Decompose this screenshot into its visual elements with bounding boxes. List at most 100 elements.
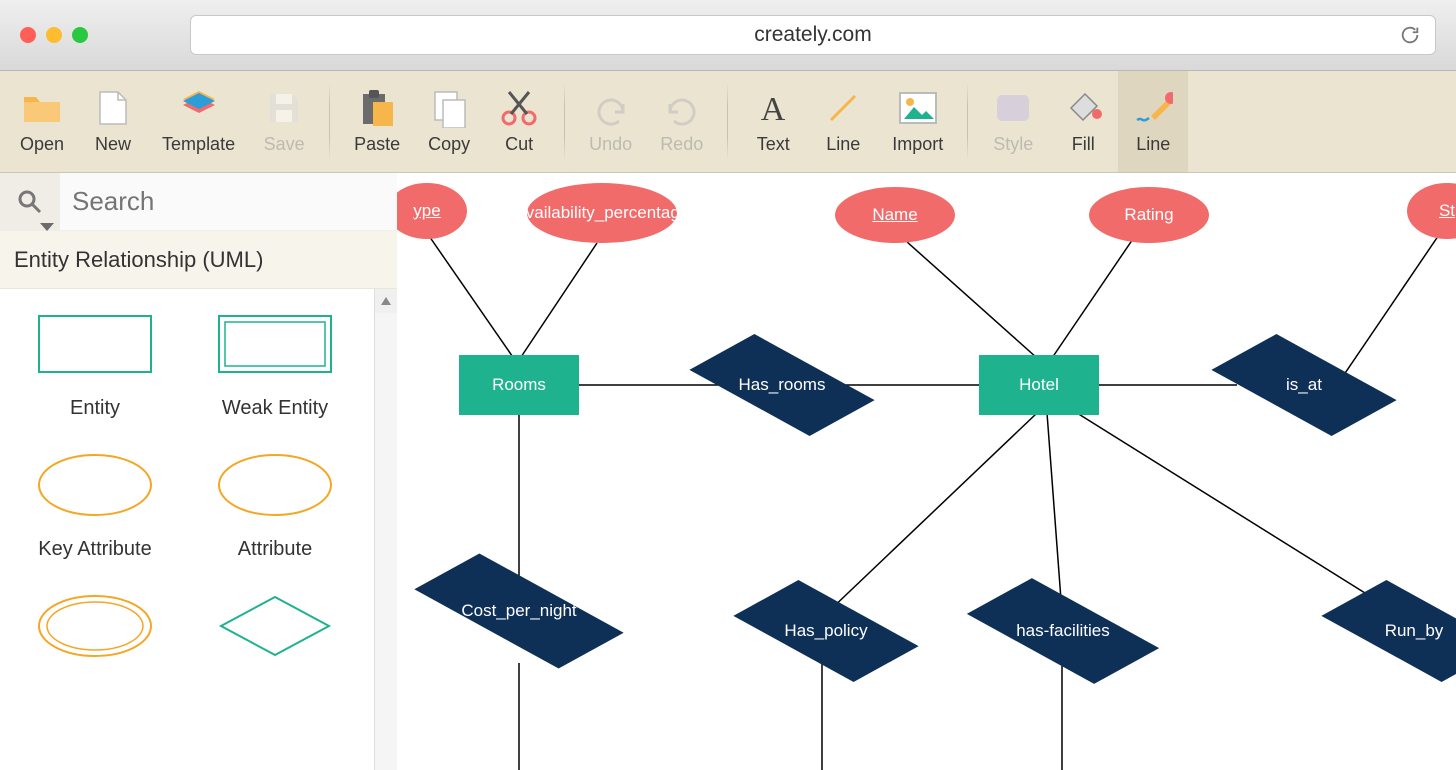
shape-multi-attribute[interactable] — [10, 591, 180, 661]
copy-label: Copy — [428, 134, 470, 155]
attribute-label: St — [1439, 201, 1455, 221]
save-button: Save — [249, 71, 319, 172]
new-label: New — [95, 134, 131, 155]
attribute-shape-icon — [210, 450, 340, 520]
relation-has-facilities[interactable]: has-facilities — [973, 585, 1153, 677]
toolbar-separator — [564, 83, 565, 160]
layers-icon — [179, 88, 219, 128]
import-button[interactable]: Import — [878, 71, 957, 172]
relation-label: Has_policy — [784, 621, 867, 641]
relationship-shape-icon — [210, 591, 340, 661]
style-swatch-icon — [993, 88, 1033, 128]
weak-entity-shape-icon — [210, 309, 340, 379]
image-icon — [898, 88, 938, 128]
entity-label: Hotel — [1019, 375, 1059, 395]
attribute-type[interactable]: ype — [397, 183, 467, 239]
undo-icon — [591, 88, 631, 128]
search-toggle[interactable] — [0, 173, 60, 231]
fill-label: Fill — [1072, 134, 1095, 155]
template-button[interactable]: Template — [148, 71, 249, 172]
line2-label: Line — [1136, 134, 1170, 155]
window-controls — [20, 27, 88, 43]
style-button: Style — [978, 71, 1048, 172]
relation-label: is_at — [1286, 375, 1322, 395]
relation-label: Run_by — [1385, 621, 1444, 641]
attribute-availability[interactable]: Availability_percentage — [527, 183, 677, 243]
palette-body: Entity Weak Entity Key Attribute — [0, 289, 397, 770]
relation-is-at[interactable]: is_at — [1219, 339, 1389, 431]
undo-label: Undo — [589, 134, 632, 155]
refresh-icon[interactable] — [1399, 24, 1421, 46]
text-icon: A — [753, 88, 793, 128]
shape-entity[interactable]: Entity — [10, 309, 180, 420]
relation-label: Has_rooms — [739, 375, 826, 395]
bucket-icon — [1063, 88, 1103, 128]
minimize-window-button[interactable] — [46, 27, 62, 43]
entity-shape-icon — [30, 309, 160, 379]
attribute-name[interactable]: Name — [835, 187, 955, 243]
copy-button[interactable]: Copy — [414, 71, 484, 172]
paste-button[interactable]: Paste — [340, 71, 414, 172]
shape-label: Weak Entity — [222, 397, 328, 420]
toolbar-separator — [967, 83, 968, 160]
redo-button: Redo — [646, 71, 717, 172]
shape-label: Attribute — [238, 538, 312, 561]
search-icon — [17, 189, 43, 215]
maximize-window-button[interactable] — [72, 27, 88, 43]
entity-rooms[interactable]: Rooms — [459, 355, 579, 415]
save-icon — [264, 88, 304, 128]
paste-label: Paste — [354, 134, 400, 155]
svg-text:A: A — [761, 91, 786, 126]
line-button[interactable]: Line — [808, 71, 878, 172]
attribute-rating[interactable]: Rating — [1089, 187, 1209, 243]
palette-header[interactable]: Entity Relationship (UML) — [0, 231, 397, 289]
text-label: Text — [757, 134, 790, 155]
relation-has-rooms[interactable]: Has_rooms — [697, 339, 867, 431]
pencil-icon — [1133, 88, 1173, 128]
save-label: Save — [264, 134, 305, 155]
shape-relationship[interactable] — [190, 591, 360, 661]
diagram-connections — [397, 173, 1456, 770]
shape-label: Key Attribute — [38, 538, 151, 561]
folder-icon — [22, 88, 62, 128]
search-row — [0, 173, 397, 231]
shape-weak-entity[interactable]: Weak Entity — [190, 309, 360, 420]
copy-icon — [429, 88, 469, 128]
import-label: Import — [892, 134, 943, 155]
relation-run-by[interactable]: Run_by — [1329, 585, 1456, 677]
toolbar-separator — [727, 83, 728, 160]
template-label: Template — [162, 134, 235, 155]
line-label: Line — [826, 134, 860, 155]
palette-scrollbar[interactable] — [374, 289, 397, 770]
relation-label: Cost_per_night — [461, 601, 576, 621]
browser-chrome: creately.com — [0, 0, 1456, 71]
attribute-label: Availability_percentage — [515, 203, 690, 223]
fill-button[interactable]: Fill — [1048, 71, 1118, 172]
sidebar: Entity Relationship (UML) Entity — [0, 173, 397, 770]
entity-label: Rooms — [492, 375, 546, 395]
entity-hotel[interactable]: Hotel — [979, 355, 1099, 415]
toolbar: Open New Template Save Paste Copy — [0, 71, 1456, 173]
search-input[interactable] — [60, 185, 360, 218]
relation-cost[interactable]: Cost_per_night — [417, 565, 621, 657]
key-attribute-shape-icon — [30, 450, 160, 520]
cut-button[interactable]: Cut — [484, 71, 554, 172]
attribute-label: Name — [872, 205, 917, 225]
shape-attribute[interactable]: Attribute — [190, 450, 360, 561]
open-button[interactable]: Open — [6, 71, 78, 172]
new-button[interactable]: New — [78, 71, 148, 172]
relation-label: has-facilities — [1016, 621, 1110, 641]
line-style-button[interactable]: Line — [1118, 71, 1188, 172]
relation-has-policy[interactable]: Has_policy — [741, 585, 911, 677]
text-button[interactable]: A Text — [738, 71, 808, 172]
address-bar[interactable]: creately.com — [190, 15, 1436, 55]
attribute-st[interactable]: St — [1407, 183, 1456, 239]
close-window-button[interactable] — [20, 27, 36, 43]
open-label: Open — [20, 134, 64, 155]
shape-label: Entity — [70, 397, 120, 420]
scroll-up-icon[interactable] — [375, 289, 397, 313]
file-icon — [93, 88, 133, 128]
canvas[interactable]: ype Availability_percentage Name Rating … — [397, 173, 1456, 770]
shape-key-attribute[interactable]: Key Attribute — [10, 450, 180, 561]
redo-label: Redo — [660, 134, 703, 155]
